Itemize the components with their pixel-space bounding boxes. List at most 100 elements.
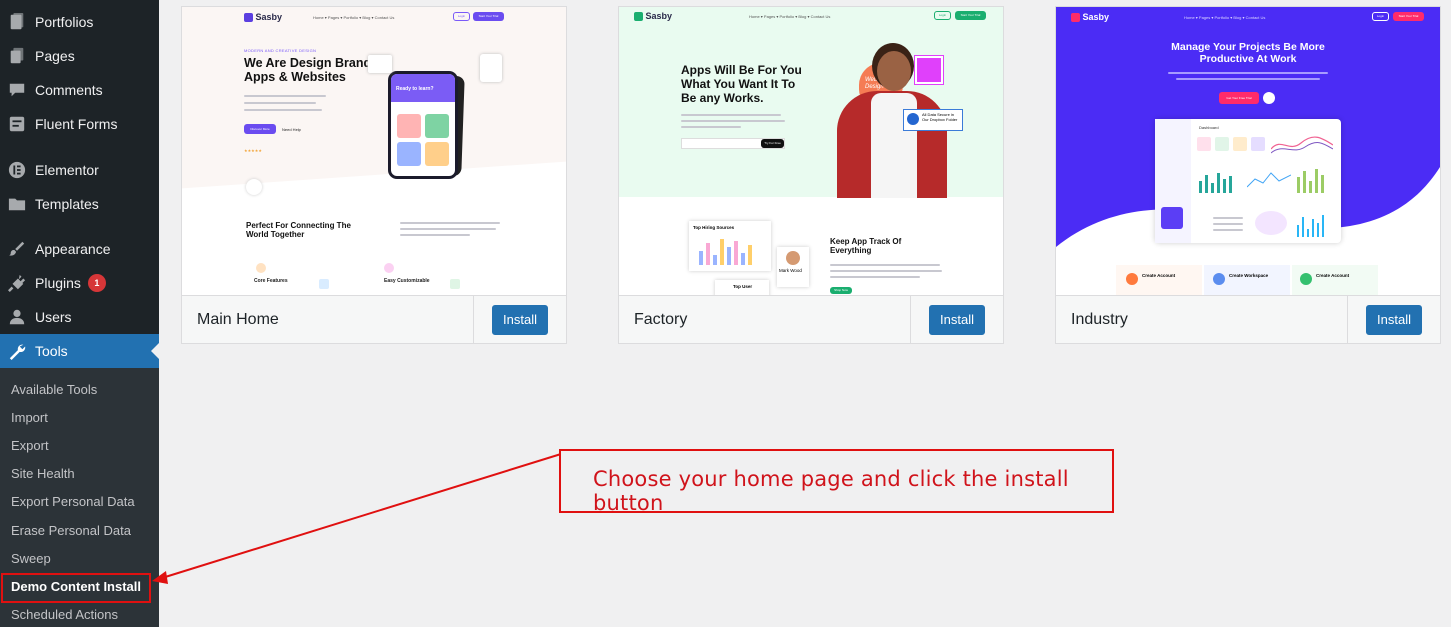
- update-count-badge: 1: [87, 274, 106, 292]
- preview-step-title: Create Account: [1142, 273, 1176, 278]
- preview-feature-icon: [450, 279, 460, 289]
- menu-label: Fluent Forms: [35, 116, 118, 132]
- preview-text-line: [1176, 78, 1320, 80]
- preview-text-line: [400, 228, 496, 230]
- menu-portfolios[interactable]: Portfolios: [0, 5, 159, 39]
- submenu-import[interactable]: Import: [11, 408, 48, 428]
- preview-login: Login: [453, 12, 470, 21]
- submenu-erase-personal-data[interactable]: Erase Personal Data: [11, 521, 131, 541]
- preview-stars: ★★★★★: [244, 148, 262, 153]
- preview-section-title: Perfect For Connecting The World Togethe…: [246, 221, 351, 240]
- preview-text-line: [1168, 72, 1328, 74]
- submenu-export[interactable]: Export: [11, 436, 49, 456]
- preview-feature-icon: [319, 279, 329, 289]
- preview-step-icon: [1126, 273, 1138, 285]
- demo-card-industry: Sasby Home ▾ Pages ▾ Portfolio ▾ Blog ▾ …: [1055, 6, 1441, 344]
- preview-dropbox-icon: [907, 113, 919, 125]
- preview-text-line: [400, 234, 470, 236]
- menu-label: Portfolios: [35, 14, 94, 30]
- menu-fluent-forms[interactable]: Fluent Forms: [0, 107, 159, 141]
- preview-hero-button: Discover More: [244, 124, 276, 134]
- preview-float-card: [480, 54, 502, 82]
- preview-text-line: [681, 120, 785, 122]
- preview-text-line: [244, 109, 322, 111]
- menu-pages[interactable]: Pages: [0, 39, 159, 73]
- preview-logo: Sasby: [1071, 12, 1109, 23]
- demo-card-factory: Sasby Home ▾ Pages ▾ Portfolio ▾ Blog ▾ …: [618, 6, 1004, 344]
- elementor-icon: [7, 160, 27, 180]
- demo-name: Industry: [1071, 311, 1128, 328]
- preview-step-icon: [1213, 273, 1225, 285]
- preview-text-line: [681, 114, 781, 116]
- preview-feature-icon: [384, 263, 394, 273]
- preview-play-circle: [246, 179, 262, 195]
- preview-feature-title: Core Features: [254, 278, 288, 284]
- preview-person-card: Mark Wood: [777, 247, 809, 287]
- comments-icon: [7, 80, 27, 100]
- preview-nav: Home ▾ Pages ▾ Portfolio ▾ Blog ▾ Contac…: [1184, 15, 1266, 20]
- demo-name: Factory: [634, 311, 688, 328]
- preview-input-button: Try For Free: [761, 139, 784, 148]
- menu-users[interactable]: Users: [0, 300, 159, 334]
- preview-text-line: [830, 276, 920, 278]
- menu-label: Tools: [35, 343, 68, 359]
- demo-preview-industry[interactable]: Sasby Home ▾ Pages ▾ Portfolio ▾ Blog ▾ …: [1056, 7, 1440, 296]
- footer-divider: [910, 296, 911, 343]
- menu-plugins[interactable]: Plugins 1: [0, 266, 159, 300]
- preview-cta: Start Your Trial: [955, 11, 986, 20]
- preview-pink-card: [914, 55, 944, 85]
- preview-phone: Ready to learn?: [388, 71, 458, 179]
- preview-headline: Apps Will Be For You What You Want It To…: [681, 63, 802, 105]
- annotation-highlight-box: [1, 573, 151, 603]
- wrench-icon: [7, 341, 27, 361]
- preview-cta: Start Your Trial: [473, 12, 504, 21]
- menu-elementor[interactable]: Elementor: [0, 153, 159, 187]
- menu-appearance[interactable]: Appearance: [0, 232, 159, 266]
- menu-tools[interactable]: Tools: [0, 334, 159, 368]
- preview-text-line: [830, 270, 942, 272]
- demo-card-main-home: Sasby Home ▾ Pages ▾ Portfolio ▾ Blog ▾ …: [181, 6, 567, 344]
- preview-step-title: Create Workspace: [1229, 273, 1269, 278]
- demo-preview-main-home[interactable]: Sasby Home ▾ Pages ▾ Portfolio ▾ Blog ▾ …: [182, 7, 566, 296]
- callout-text: Choose your home page and click the inst…: [593, 467, 1069, 515]
- menu-comments[interactable]: Comments: [0, 73, 159, 107]
- preview-section-button: Shop Now: [830, 287, 852, 294]
- preview-hero-button: Get Your Free Trial: [1219, 92, 1259, 104]
- submenu-export-personal-data[interactable]: Export Personal Data: [11, 492, 135, 512]
- demo-name: Main Home: [197, 311, 279, 328]
- demo-card-footer: Main Home Install: [182, 296, 566, 343]
- preview-cta: Start Your Trial: [1393, 12, 1424, 21]
- preview-chart-card: Top Hiring Sources: [689, 221, 771, 271]
- submenu-available-tools[interactable]: Available Tools: [11, 380, 97, 400]
- preview-person-face: [877, 51, 911, 91]
- preview-float-chart: [368, 55, 392, 73]
- demo-card-footer: Factory Install: [619, 296, 1003, 343]
- preview-nav: Home ▾ Pages ▾ Portfolio ▾ Blog ▾ Contac…: [749, 14, 831, 19]
- menu-label: Appearance: [35, 241, 111, 257]
- footer-divider: [1347, 296, 1348, 343]
- menu-label: Comments: [35, 82, 103, 98]
- preview-text-line: [681, 126, 741, 128]
- demo-preview-factory[interactable]: Sasby Home ▾ Pages ▾ Portfolio ▾ Blog ▾ …: [619, 7, 1003, 296]
- menu-label: Elementor: [35, 162, 99, 178]
- menu-label: Users: [35, 309, 72, 325]
- install-button[interactable]: Install: [929, 305, 985, 335]
- preview-login: Login: [1372, 12, 1389, 21]
- pages-icon: [7, 46, 27, 66]
- submenu-scheduled-actions[interactable]: Scheduled Actions: [11, 605, 118, 625]
- plugin-icon: [7, 273, 27, 293]
- preview-top-user-card: Top User: [715, 280, 769, 295]
- users-icon: [7, 307, 27, 327]
- install-button[interactable]: Install: [1366, 305, 1422, 335]
- paintbrush-icon: [7, 239, 27, 259]
- preview-feature-title: Easy Customizable: [384, 278, 430, 284]
- preview-text-line: [400, 222, 500, 224]
- install-button[interactable]: Install: [492, 305, 548, 335]
- menu-templates[interactable]: Templates: [0, 187, 159, 221]
- submenu-site-health[interactable]: Site Health: [11, 464, 75, 484]
- menu-label: Pages: [35, 48, 75, 64]
- preview-text-line: [244, 95, 326, 97]
- menu-label: Templates: [35, 196, 99, 212]
- submenu-sweep[interactable]: Sweep: [11, 549, 51, 569]
- preview-kicker: MODERN AND CREATIVE DESIGN: [244, 48, 317, 53]
